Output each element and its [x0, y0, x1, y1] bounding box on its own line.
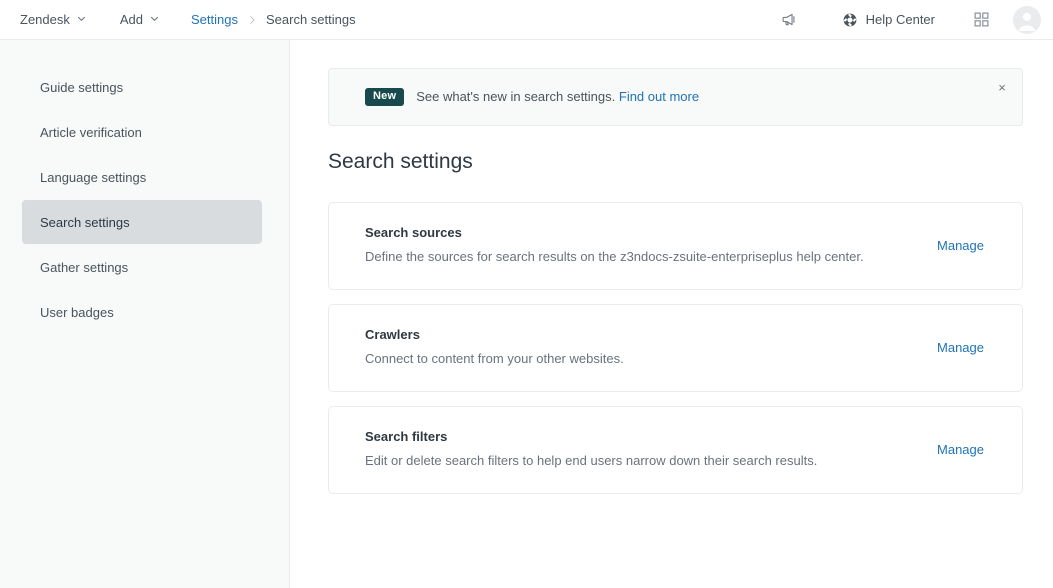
find-out-more-link[interactable]: Find out more: [619, 89, 699, 104]
page-title: Search settings: [328, 150, 473, 173]
product-menu-button[interactable]: Zendesk: [14, 8, 92, 31]
breadcrumb-current-page: Search settings: [266, 12, 356, 27]
chevron-right-icon: [247, 15, 257, 25]
sidebar-item-guide-settings[interactable]: Guide settings: [22, 65, 262, 109]
sidebar-item-label: Search settings: [40, 214, 130, 230]
settings-card-search-sources: Search sources Define the sources for se…: [328, 202, 1023, 290]
banner-message-text: See what's new in search settings.: [416, 88, 616, 104]
settings-card-search-filters: Search filters Edit or delete search fil…: [328, 405, 1023, 494]
settings-sidebar: Guide settings Article verification Lang…: [0, 40, 290, 588]
main-content: New See what's new in search settings. F…: [290, 40, 1053, 588]
sidebar-item-article-verification[interactable]: Article verification: [22, 110, 262, 154]
help-center-label: Help Center: [865, 12, 935, 27]
page-body: Guide settings Article verification Lang…: [0, 40, 1053, 588]
close-icon[interactable]: ×: [992, 77, 1012, 97]
grid-apps-icon[interactable]: [963, 4, 999, 36]
sidebar-item-gather-settings[interactable]: Gather settings: [22, 245, 262, 289]
whats-new-banner: New See what's new in search settings. F…: [328, 68, 1023, 126]
chevron-down-icon: [150, 14, 159, 23]
breadcrumb-link-settings[interactable]: Settings: [191, 12, 238, 27]
sidebar-item-label: Guide settings: [40, 79, 124, 95]
sidebar-item-label: User badges: [40, 304, 114, 320]
sidebar-item-user-badges[interactable]: User badges: [22, 290, 262, 334]
status-badge: New: [365, 88, 405, 106]
top-navigation-bar: Zendesk Add Settings Search settings Hel…: [0, 0, 1053, 40]
sidebar-item-label: Article verification: [40, 124, 142, 140]
card-description: Edit or delete search filters to help en…: [365, 452, 818, 468]
sidebar-item-label: Language settings: [40, 169, 147, 185]
card-description: Connect to content from your other websi…: [365, 350, 624, 366]
breadcrumb: Settings Search settings: [191, 12, 356, 27]
manage-search-filters-link[interactable]: Manage: [937, 442, 984, 457]
sidebar-item-label: Gather settings: [40, 259, 129, 275]
megaphone-icon[interactable]: [772, 4, 808, 36]
product-menu-label: Zendesk: [20, 12, 70, 27]
card-title: Crawlers: [365, 326, 420, 342]
content-container: New See what's new in search settings. F…: [328, 68, 1023, 494]
app-root: Zendesk Add Settings Search settings Hel…: [0, 0, 1053, 588]
add-menu-button[interactable]: Add: [114, 8, 165, 31]
manage-crawlers-link[interactable]: Manage: [937, 340, 984, 355]
card-title: Search filters: [365, 428, 448, 444]
user-avatar[interactable]: [1013, 5, 1041, 34]
help-center-button[interactable]: Help Center: [832, 7, 945, 33]
add-menu-label: Add: [119, 12, 144, 27]
card-title: Search sources: [365, 225, 462, 240]
chevron-down-icon: [77, 14, 86, 23]
card-body: Search sources Define the sources for se…: [365, 225, 937, 267]
card-body: Crawlers Connect to content from your ot…: [365, 327, 937, 369]
settings-card-crawlers: Crawlers Connect to content from your ot…: [328, 303, 1023, 392]
card-body: Search filters Edit or delete search fil…: [365, 429, 937, 471]
sidebar-item-language-settings[interactable]: Language settings: [22, 155, 262, 199]
card-description: Define the sources for search results on…: [365, 249, 864, 264]
topbar-left-group: Zendesk Add Settings Search settings: [14, 8, 356, 31]
lifebuoy-icon: [842, 12, 858, 28]
sidebar-item-search-settings[interactable]: Search settings: [22, 200, 262, 244]
manage-search-sources-link[interactable]: Manage: [937, 238, 984, 253]
banner-message: See what's new in search settings. Find …: [416, 88, 699, 106]
topbar-right-group: Help Center: [772, 4, 1041, 36]
